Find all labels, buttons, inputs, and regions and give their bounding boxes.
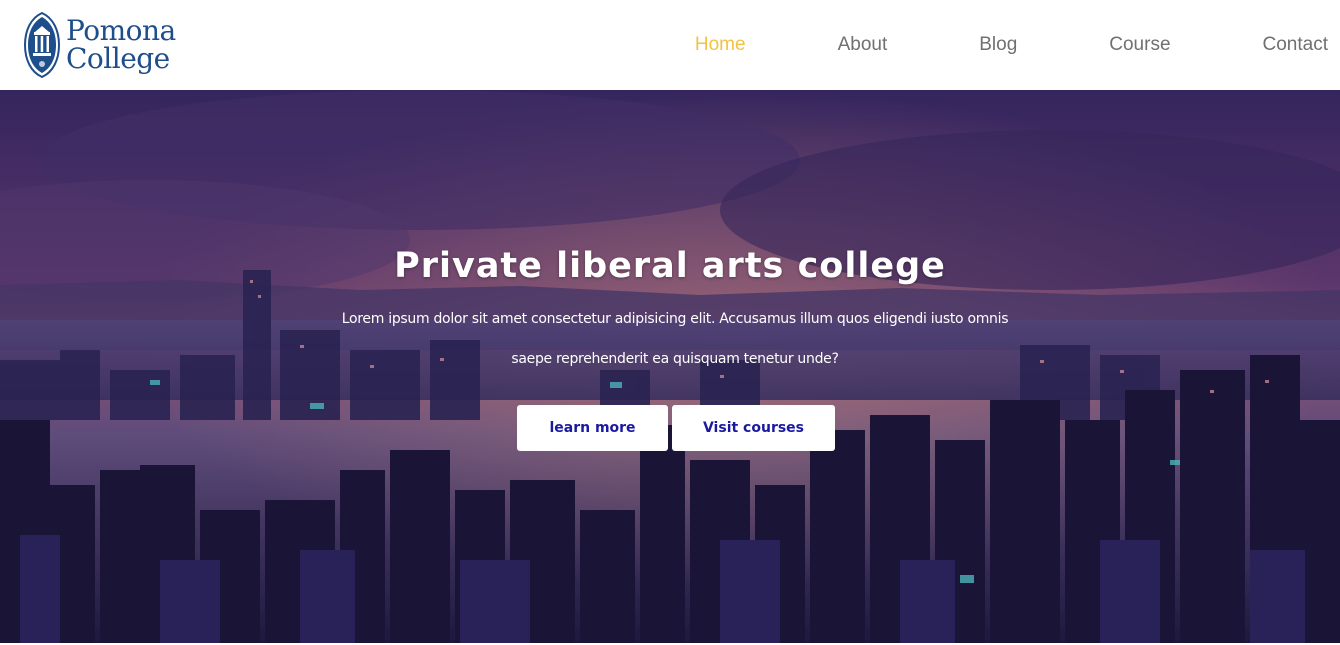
hero-title: Private liberal arts college xyxy=(394,246,946,286)
hero-section: Private liberal arts college Lorem ipsum… xyxy=(0,90,1340,643)
site-header: Pomona College Home About Blog Course Co… xyxy=(0,0,1340,90)
learn-more-button[interactable]: learn more xyxy=(517,405,668,451)
college-logo[interactable]: Pomona College xyxy=(23,12,176,78)
logo-line-2: College xyxy=(66,42,170,75)
hero-description: Lorem ipsum dolor sit amet consectetur a… xyxy=(341,311,1009,367)
logo-line-1: Pomona xyxy=(66,14,176,47)
nav-item-home[interactable]: Home xyxy=(695,34,746,56)
college-seal-icon xyxy=(23,12,61,78)
logo-wordmark: Pomona College xyxy=(66,17,176,73)
main-nav: Home About Blog Course Contact xyxy=(695,0,1328,90)
hero-content: Private liberal arts college Lorem ipsum… xyxy=(0,90,1340,643)
visit-courses-button[interactable]: Visit courses xyxy=(672,405,835,451)
nav-item-about[interactable]: About xyxy=(838,34,888,56)
nav-item-course[interactable]: Course xyxy=(1109,34,1170,56)
nav-item-contact[interactable]: Contact xyxy=(1263,34,1328,56)
nav-item-blog[interactable]: Blog xyxy=(979,34,1017,56)
